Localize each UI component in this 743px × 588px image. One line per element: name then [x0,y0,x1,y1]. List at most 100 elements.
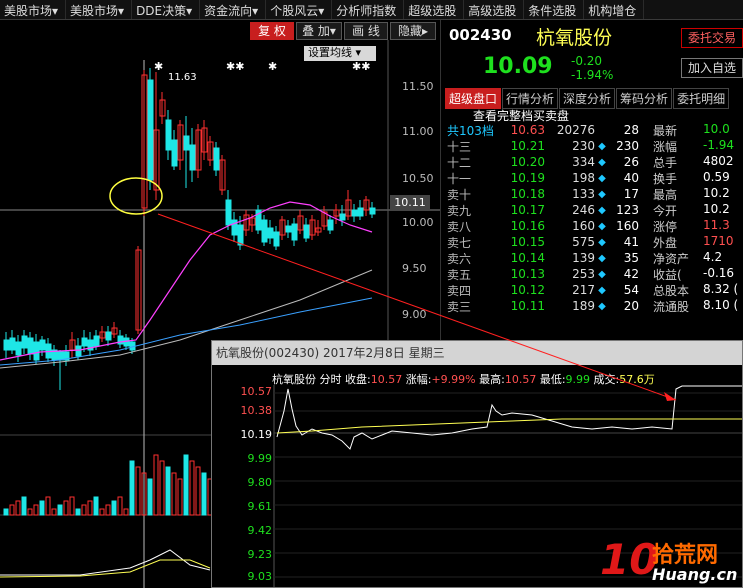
stat-label: 换手 [653,172,678,186]
menu-item-super-pick[interactable]: 超级选股 [404,0,465,19]
menu-item-condition-pick[interactable]: 条件选股 [524,0,585,19]
candle-body [75,345,82,357]
stat-value: 0.59 [703,170,730,184]
stat-label: 净资产 [653,252,690,266]
trade-button[interactable]: 委托交易 [681,28,743,48]
orderbook-marker-icon: ◆ [598,156,606,168]
candle-body [21,335,28,349]
last-price: 10.09 [483,54,553,79]
stat-value: 10.2 [703,186,730,200]
tab-order-detail[interactable]: 委托明细 [673,88,730,109]
candle-body [225,199,232,226]
orderbook-row[interactable]: 卖十 10.18 133 ◆ 17 [447,186,647,202]
orderbook-level-label: 十二 [447,155,472,170]
event-star-icon[interactable]: ✱ [154,60,163,73]
tab-quote-analysis[interactable]: 行情分析 [502,88,559,109]
orderbook-count: 230 [616,139,639,153]
volume-bar [99,508,105,516]
candle-body [189,144,196,171]
popup-pct: +9.99% [431,373,476,386]
restore-button[interactable]: 复 权 [250,22,294,40]
orderbook-level-label: 卖八 [447,219,472,234]
volume-bar [147,478,153,516]
hide-button[interactable]: 隐藏▸ [390,22,436,40]
stat-label: 涨停 [653,220,678,234]
orderbook-volume: 230 [572,139,595,153]
volume-bar [51,508,57,516]
orderbook-row[interactable]: 卖九 10.17 246 ◆ 123 [447,202,647,218]
volume-bar [33,504,39,516]
orderbook-row[interactable]: 卖五 10.13 253 ◆ 42 [447,266,647,282]
orderbook-row[interactable]: 卖四 10.12 217 ◆ 54 [447,282,647,298]
candle-body [291,223,298,241]
stat-value: 11.3 [703,218,730,232]
stat-label: 总股本 [653,284,690,298]
menu-item-us-market-2[interactable]: 美股市场▾ [66,0,133,19]
add-favorite-button[interactable]: 加入自选 [681,58,743,78]
volume-bar [117,496,123,516]
price-tick: 11.00 [402,125,434,138]
orderbook-price: 10.17 [510,203,545,217]
orderbook-price: 10.21 [510,139,545,153]
volume-bar [21,496,27,516]
menu-item-stock-news[interactable]: 个股风云▾ [266,0,333,19]
stat-value: 1710 [703,234,734,248]
popup-info-line: 杭氧股份 分时 收盘:10.57 涨幅:+9.99% 最高:10.57 最低:9… [272,371,655,387]
event-star-icon[interactable]: ✱✱ [226,60,244,73]
orderbook-row[interactable]: 卖三 10.11 189 ◆ 20 [447,298,647,314]
orderbook-row[interactable]: 十一 10.19 198 ◆ 40 [447,170,647,186]
volume-bar [27,508,33,516]
menu-item-fund-flow[interactable]: 资金流向▾ [200,0,267,19]
orderbook-marker-icon: ◆ [598,204,606,216]
overlay-button[interactable]: 叠 加▾ [296,22,342,40]
popup-high: 10.57 [504,373,537,386]
popup-y-tick: 9.42 [247,524,273,537]
price-tick: 10.00 [402,216,434,229]
menu-item-dde[interactable]: DDE决策▾ [132,0,201,19]
orderbook-level-label: 卖三 [447,299,472,314]
volume-bar [135,466,141,516]
event-star-icon[interactable]: ✱✱ [352,60,370,73]
change-percent: -1.94% [571,68,614,82]
orderbook-price: 10.20 [510,155,545,169]
popup-price-line [276,385,742,450]
stat-label: 最新 [653,124,678,138]
volume-bar [87,500,93,516]
stat-value: -1.94 [703,138,735,152]
candle-body [261,219,268,243]
orderbook-row[interactable]: 十二 10.20 334 ◆ 26 [447,154,647,170]
orderbook-level-label: 卖十 [447,187,472,202]
menu-item-analyst-index[interactable]: 分析师指数 [332,0,405,19]
candle-body [147,79,154,181]
tab-chip-analysis[interactable]: 筹码分析 [616,88,673,109]
ma-setting-dropdown[interactable]: 设置均线 ▾ [304,46,376,61]
draw-line-button[interactable]: 画 线 [344,22,388,40]
menu-item-advanced-pick[interactable]: 高级选股 [464,0,525,19]
orderbook-volume: 575 [572,235,595,249]
orderbook-volume: 20276 [556,123,595,137]
stat-row: 今开 10.2 [653,202,743,218]
orderbook-row[interactable]: 卖八 10.16 160 ◆ 160 [447,218,647,234]
orderbook-row[interactable]: 共103档 10.63 20276 28 [447,122,647,138]
current-price-marker: 10.11 [390,195,430,211]
popup-mode: 分时 [319,373,342,386]
orderbook-level-label: 卖四 [447,283,472,298]
popup-y-tick: 9.99 [247,452,273,465]
volume-bar [57,504,63,516]
orderbook-row[interactable]: 卖六 10.14 139 ◆ 35 [447,250,647,266]
event-star-icon[interactable]: ✱ [268,60,277,73]
menu-item-institution[interactable]: 机构增仓 [584,0,645,19]
candle-body [81,337,88,347]
stat-row: 外盘 1710 [653,234,743,250]
tab-depth-analysis[interactable]: 深度分析 [559,88,616,109]
orderbook-count: 42 [623,267,639,281]
orderbook-row[interactable]: 卖七 10.15 575 ◆ 41 [447,234,647,250]
menu-item-us-market-1[interactable]: 美股市场▾ [0,0,67,19]
orderbook-count: 28 [623,123,639,137]
stat-value: 4802 [703,154,734,168]
popup-y-tick: 9.80 [247,476,273,489]
orderbook-row[interactable]: 十三 10.21 230 ◆ 230 [447,138,647,154]
price-tick: 9.50 [402,262,427,275]
tab-super-orderbook[interactable]: 超级盘口 [445,88,502,109]
watermark-url: Huang.cn [652,565,738,584]
